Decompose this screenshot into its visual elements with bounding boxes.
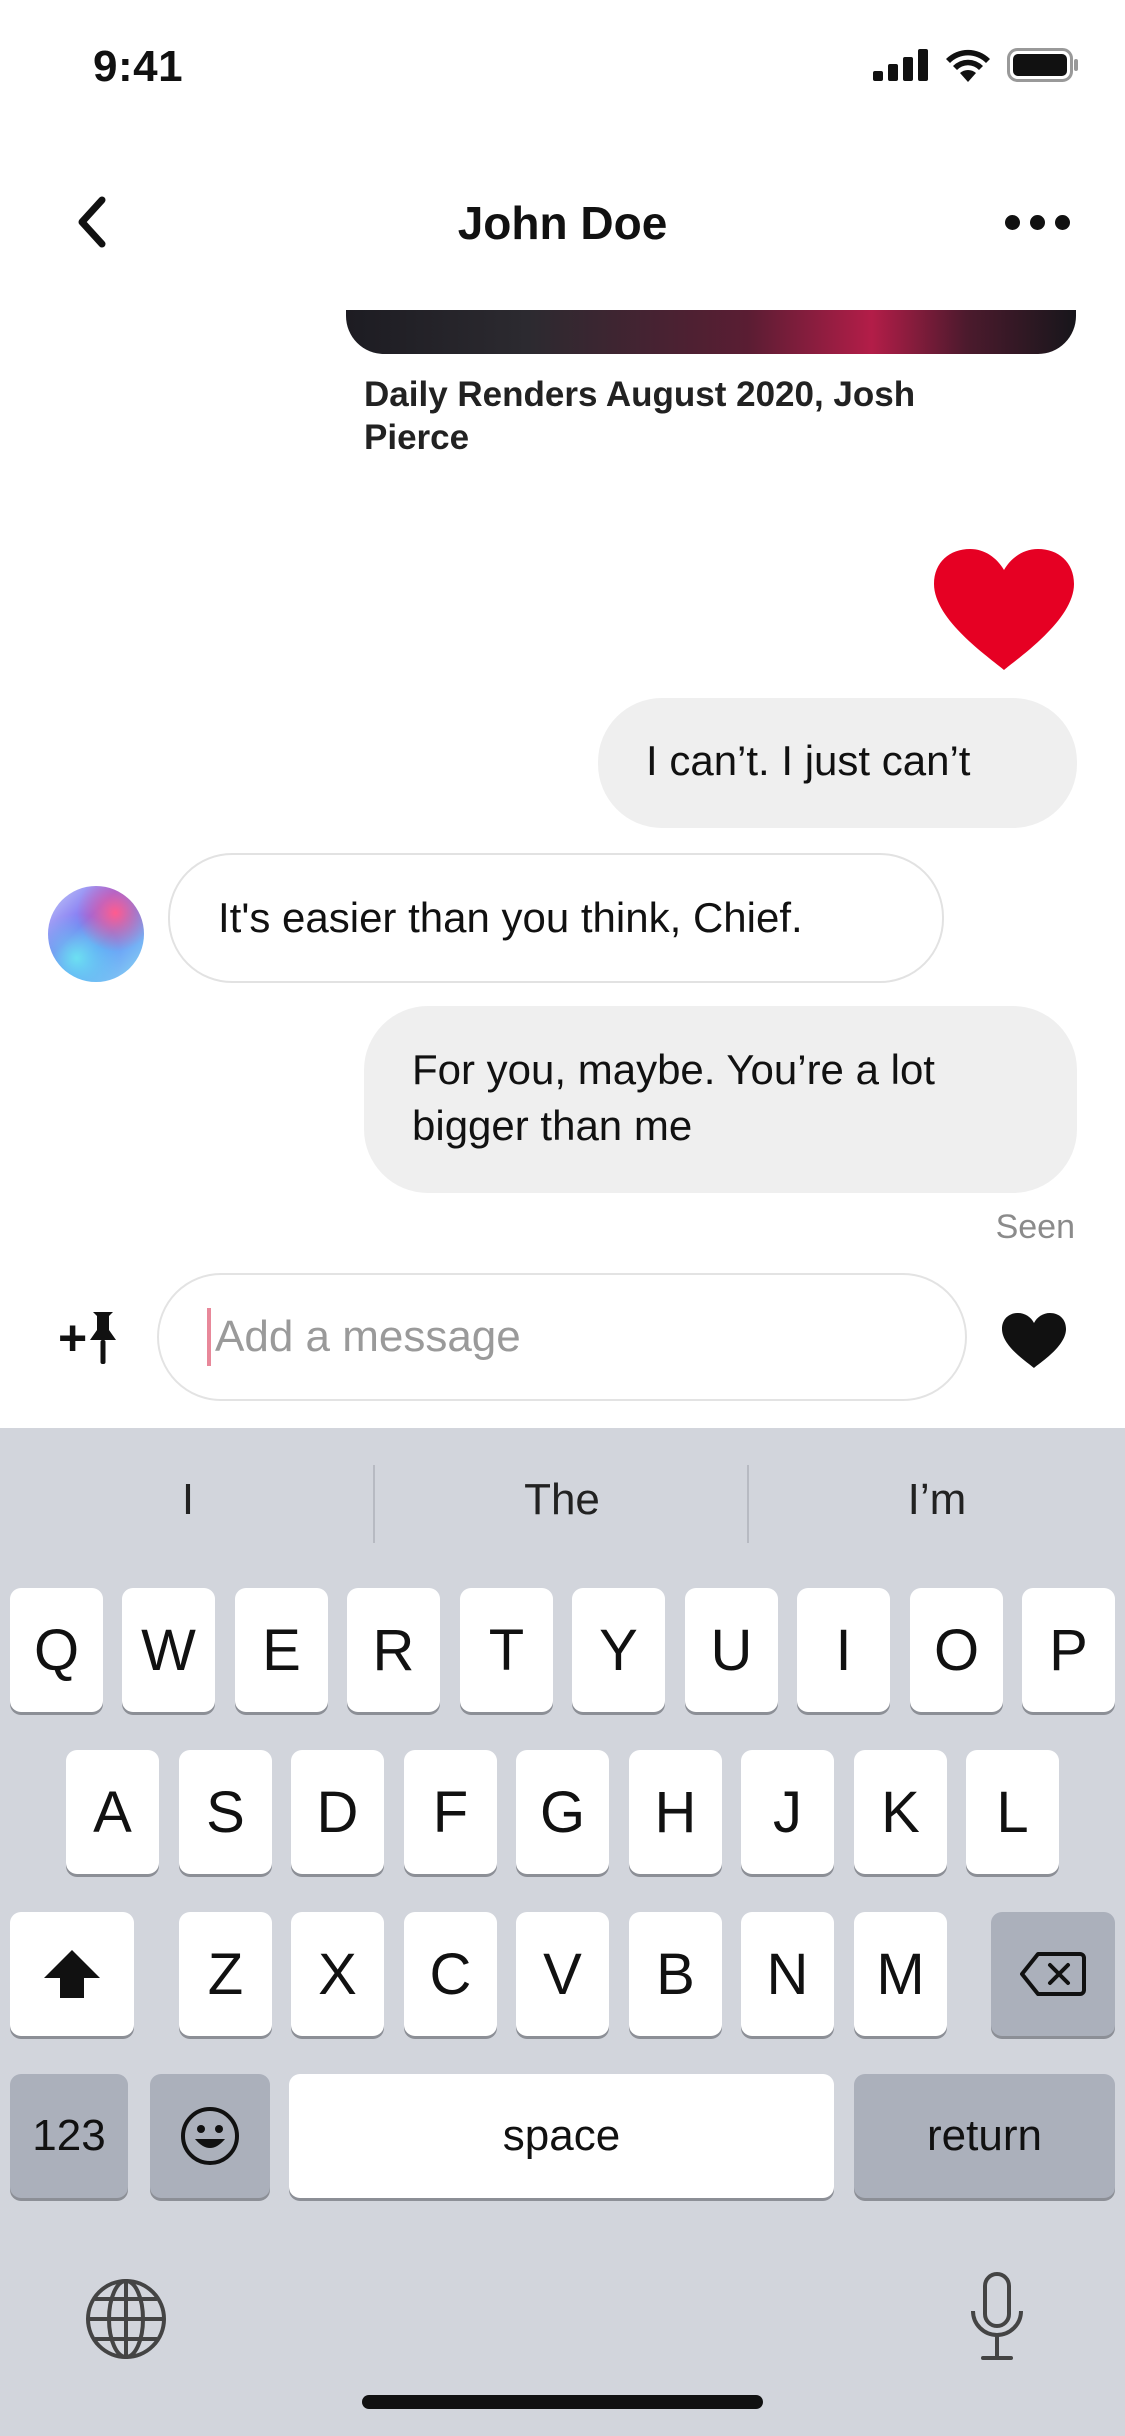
- shared-pin-caption: Daily Renders August 2020, Josh Pierce: [364, 375, 916, 457]
- key-a[interactable]: A: [66, 1750, 159, 1874]
- pushpin-icon: [90, 1312, 117, 1364]
- send-heart-button[interactable]: [1000, 1312, 1068, 1370]
- globe-icon[interactable]: [84, 2277, 168, 2361]
- key-i[interactable]: I: [797, 1588, 890, 1712]
- key-l[interactable]: L: [966, 1750, 1059, 1874]
- key-r[interactable]: R: [347, 1588, 440, 1712]
- microphone-icon[interactable]: [967, 2271, 1027, 2363]
- key-f[interactable]: F: [404, 1750, 497, 1874]
- incoming-message: It's easier than you think, Chief.: [168, 853, 944, 983]
- outgoing-message: I can’t. I just can’t: [598, 698, 1077, 828]
- shared-pin-image[interactable]: [346, 310, 1076, 354]
- key-b[interactable]: B: [629, 1912, 722, 2036]
- add-pin-button[interactable]: +: [58, 1310, 126, 1366]
- delete-backspace-icon: [1020, 1952, 1086, 1996]
- key-o[interactable]: O: [910, 1588, 1003, 1712]
- space-key[interactable]: space: [289, 2074, 834, 2198]
- key-s[interactable]: S: [179, 1750, 272, 1874]
- emoji-smiley-icon: [181, 2107, 239, 2165]
- key-j[interactable]: J: [741, 1750, 834, 1874]
- seen-receipt: Seen: [995, 1208, 1075, 1246]
- numbers-key[interactable]: 123: [10, 2074, 128, 2198]
- more-dot-icon: [1054, 214, 1070, 230]
- more-dot-icon: [1004, 214, 1020, 230]
- text-caret: [207, 1308, 211, 1366]
- key-x[interactable]: X: [291, 1912, 384, 2036]
- key-q[interactable]: Q: [10, 1588, 103, 1712]
- conversation-title: John Doe: [457, 197, 668, 249]
- suggestion-3[interactable]: I’m: [757, 1475, 1117, 1525]
- emoji-key[interactable]: [150, 2074, 270, 2198]
- key-v[interactable]: V: [516, 1912, 609, 2036]
- shift-arrow-icon: [44, 1950, 100, 1998]
- key-h[interactable]: H: [629, 1750, 722, 1874]
- heart-reaction-icon: [934, 549, 1074, 670]
- key-t[interactable]: T: [460, 1588, 553, 1712]
- key-n[interactable]: N: [741, 1912, 834, 2036]
- key-g[interactable]: G: [516, 1750, 609, 1874]
- key-w[interactable]: W: [122, 1588, 215, 1712]
- key-y[interactable]: Y: [572, 1588, 665, 1712]
- more-dot-icon: [1029, 214, 1045, 230]
- suggestion-divider: [373, 1465, 375, 1543]
- status-time: 9:41: [93, 42, 184, 91]
- battery-icon: [1007, 48, 1078, 82]
- key-z[interactable]: Z: [179, 1912, 272, 2036]
- message-input-placeholder: Add a message: [215, 1312, 521, 1361]
- outgoing-message: For you, maybe. You’re a lot bigger than…: [364, 1006, 1077, 1193]
- plus-icon: +: [58, 1310, 88, 1366]
- suggestion-2[interactable]: The: [382, 1475, 742, 1525]
- key-u[interactable]: U: [685, 1588, 778, 1712]
- key-m[interactable]: M: [854, 1912, 947, 2036]
- key-e[interactable]: E: [235, 1588, 328, 1712]
- delete-key[interactable]: [991, 1912, 1115, 2036]
- key-p[interactable]: P: [1022, 1588, 1115, 1712]
- key-k[interactable]: K: [854, 1750, 947, 1874]
- key-d[interactable]: D: [291, 1750, 384, 1874]
- message-input[interactable]: Add a message: [157, 1273, 967, 1401]
- cellular-signal-icon: [873, 49, 928, 81]
- status-icons: [873, 48, 1079, 82]
- wifi-icon: [946, 49, 990, 82]
- home-indicator[interactable]: [362, 2395, 763, 2409]
- avatar[interactable]: [48, 886, 144, 982]
- suggestion-divider: [747, 1465, 749, 1543]
- shift-key[interactable]: [10, 1912, 134, 2036]
- return-key[interactable]: return: [854, 2074, 1115, 2198]
- key-c[interactable]: C: [404, 1912, 497, 2036]
- suggestion-1[interactable]: I: [8, 1475, 368, 1525]
- more-options-button[interactable]: [997, 200, 1077, 244]
